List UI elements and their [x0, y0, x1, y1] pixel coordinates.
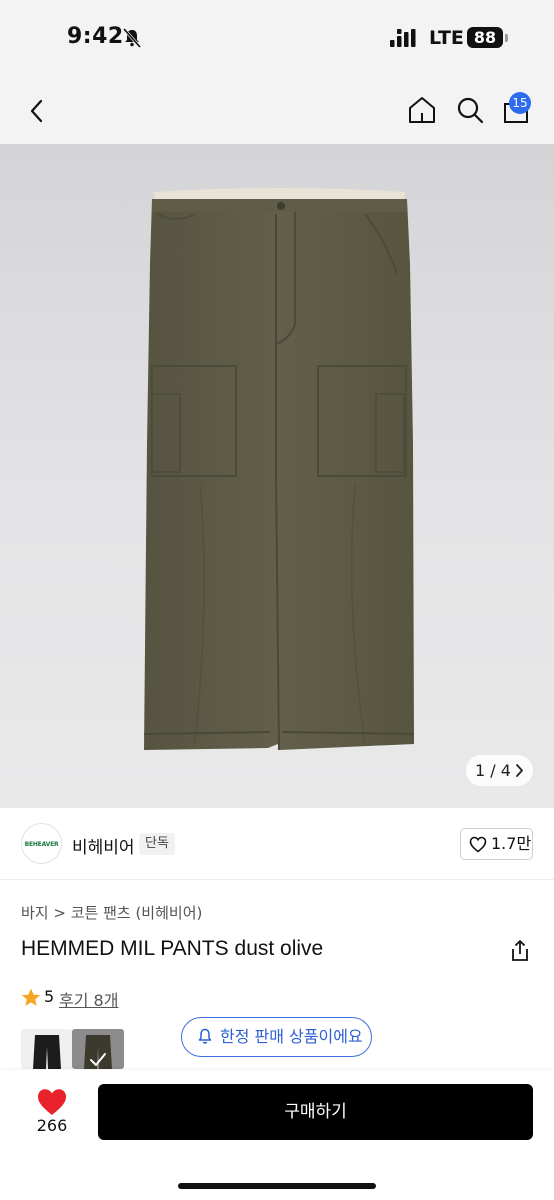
product-photo — [143, 188, 415, 751]
share-icon[interactable] — [509, 939, 531, 963]
network-type: LTE — [429, 27, 464, 49]
olive-pants-thumbnail — [72, 1029, 124, 1069]
product-image-gallery[interactable]: 1 / 4 — [0, 144, 554, 808]
pager-text: 1 / 4 — [475, 761, 511, 780]
status-time: 9:42 — [67, 24, 124, 49]
home-icon[interactable] — [407, 95, 437, 125]
limited-notice-text: 한정 판매 상품이에요 — [220, 1027, 363, 1046]
review-link[interactable]: 후기 8개 — [59, 987, 118, 1011]
home-indicator — [178, 1183, 376, 1189]
black-pants-thumbnail — [33, 1035, 61, 1069]
like-count: 1.7만 — [491, 834, 532, 853]
status-bar: 9:42 LTE 88 — [0, 0, 554, 76]
limited-sale-notice[interactable]: 한정 판매 상품이에요 — [181, 1017, 372, 1057]
brand-name[interactable]: 비헤비어 — [72, 833, 135, 858]
brand-logo[interactable]: BEHEAVER — [21, 823, 62, 864]
bottom-action-bar: 266 구매하기 — [0, 1070, 554, 1200]
rating-value: 5 — [44, 987, 55, 1006]
battery-icon: 88 — [467, 27, 503, 48]
heart-outline-icon — [469, 836, 487, 853]
bell-off-icon — [122, 28, 142, 48]
color-option-olive-selected[interactable] — [72, 1029, 124, 1069]
product-title: HEMMED MIL PANTS dust olive — [21, 937, 324, 960]
search-icon[interactable] — [455, 95, 485, 125]
wishlist-count: 266 — [36, 1116, 68, 1135]
buy-button[interactable]: 구매하기 — [98, 1084, 533, 1140]
brand-row: BEHEAVER 비헤비어 단독 1.7만 — [0, 808, 554, 880]
chevron-left-icon[interactable] — [24, 96, 50, 126]
breadcrumb[interactable]: 바지 > 코튼 팬츠 (비헤비어) — [21, 902, 202, 923]
exclusive-badge: 단독 — [139, 833, 175, 855]
image-pager[interactable]: 1 / 4 — [466, 755, 533, 786]
cart-count-badge: 15 — [509, 92, 531, 114]
color-option-black[interactable] — [21, 1029, 73, 1069]
signal-icon — [390, 29, 416, 47]
top-nav — [0, 76, 554, 144]
heart-filled-icon[interactable] — [36, 1086, 68, 1118]
bell-icon — [198, 1028, 212, 1044]
star-icon — [21, 988, 41, 1006]
chevron-right-icon — [516, 764, 523, 777]
brand-like-button[interactable]: 1.7만 — [460, 828, 533, 860]
battery-nub — [505, 34, 508, 42]
